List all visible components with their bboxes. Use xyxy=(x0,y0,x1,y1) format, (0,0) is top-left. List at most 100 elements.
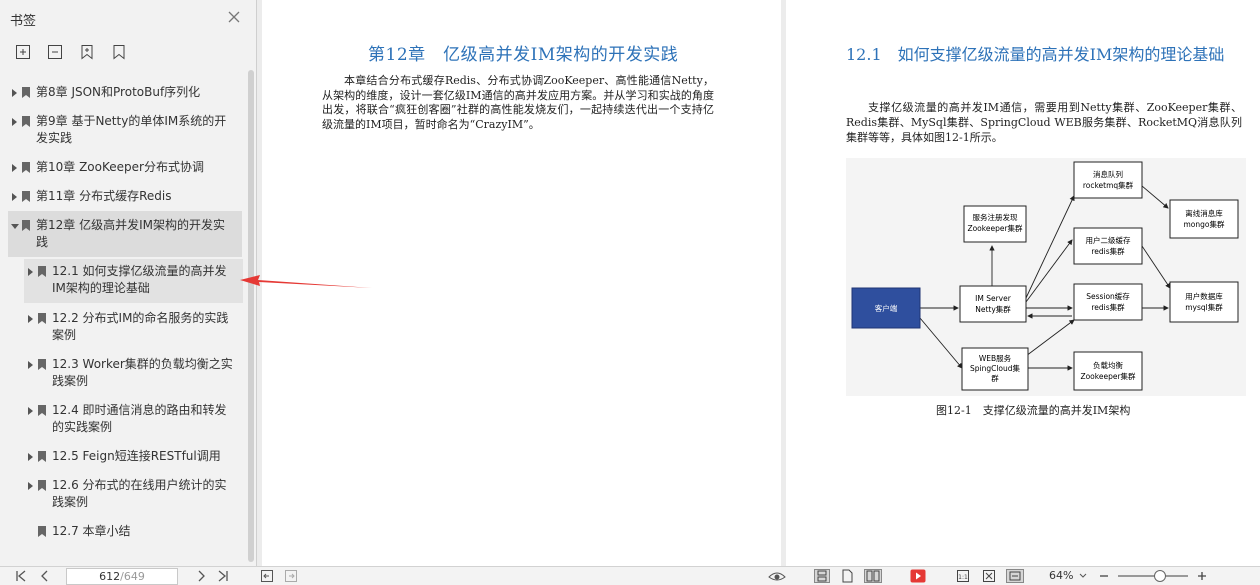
diagram-label: 用户二级缓存 xyxy=(1086,235,1131,245)
diagram-label: Session缓存 xyxy=(1086,291,1130,301)
architecture-diagram: 客户端 服务注册发现 Zookeeper集群 IM Server Netty集群… xyxy=(846,158,1246,396)
bookmark-item[interactable]: 第10章 ZooKeeper分布式协调 xyxy=(10,159,240,176)
continuous-page-icon[interactable] xyxy=(814,569,830,583)
bookmark-label: 12.2 分布式IM的命名服务的实践案例 xyxy=(52,311,229,342)
bottom-toolbar: 612/649 1:1 64% xyxy=(0,566,1260,585)
forward-icon[interactable] xyxy=(284,569,298,583)
diagram-label: 负载均衡 xyxy=(1093,360,1123,370)
section-body: 支撑亿级流量的高并发IM通信，需要用到Netty集群、ZooKeeper集群、R… xyxy=(846,101,1242,144)
bookmark-flag-icon xyxy=(36,477,48,494)
expand-triangle-icon[interactable] xyxy=(26,356,36,373)
last-page-icon[interactable] xyxy=(216,569,230,583)
diagram-node-offline-db xyxy=(1169,199,1239,239)
play-icon[interactable] xyxy=(910,569,926,583)
leaf-spacer xyxy=(26,523,36,540)
diagram-label: IM Server xyxy=(975,294,1012,303)
zoom-level: 64% xyxy=(1049,569,1074,582)
close-icon[interactable] xyxy=(226,9,242,25)
bookmark-icon[interactable] xyxy=(110,43,128,61)
bookmark-item[interactable]: 12.7 本章小结 xyxy=(26,523,240,540)
diagram-label: mongo集群 xyxy=(1184,219,1225,229)
next-page-icon[interactable] xyxy=(194,569,208,583)
bookmark-label: 12.7 本章小结 xyxy=(52,524,131,538)
page-number-input[interactable]: 612/649 xyxy=(66,568,178,585)
diagram-label: WEB服务 xyxy=(979,353,1012,363)
collapse-triangle-icon[interactable] xyxy=(10,217,20,234)
diagram-label: 服务注册发现 xyxy=(973,212,1018,222)
diagram-label: SpingCloud集 xyxy=(970,363,1021,373)
bookmark-item[interactable]: 12.5 Feign短连接RESTful调用 xyxy=(26,448,240,465)
document-page-right: 12.1 如何支撑亿级流量的高并发IM架构的理论基础 支撑亿级流量的高并发IM通… xyxy=(786,0,1260,566)
diagram-label: Zookeeper集群 xyxy=(967,223,1023,233)
bookmark-item[interactable]: 12.3 Worker集群的负载均衡之实践案例 xyxy=(26,356,240,390)
diagram-connectors xyxy=(919,185,1171,371)
bookmark-flag-icon xyxy=(20,188,32,205)
bookmark-item[interactable]: 12.6 分布式的在线用户统计的实践案例 xyxy=(26,477,240,511)
two-page-icon[interactable] xyxy=(864,569,882,583)
diagram-node-session-cache xyxy=(1073,283,1143,321)
fit-page-icon[interactable] xyxy=(982,569,996,583)
bookmark-flag-icon xyxy=(36,402,48,419)
previous-page-icon[interactable] xyxy=(38,569,52,583)
bookmark-label: 12.6 分布式的在线用户统计的实践案例 xyxy=(52,478,227,509)
fit-width-icon[interactable] xyxy=(1006,569,1024,583)
diagram-label: redis集群 xyxy=(1091,246,1125,256)
zoom-out-icon[interactable] xyxy=(1098,569,1110,583)
add-bookmark-icon[interactable] xyxy=(78,43,96,61)
zoom-slider[interactable] xyxy=(1118,575,1188,577)
bookmark-item-current[interactable]: 12.1 如何支撑亿级流量的高并发IM架构的理论基础 xyxy=(24,259,243,303)
bookmark-item[interactable]: 12.2 分布式IM的命名服务的实践案例 xyxy=(26,310,240,344)
bookmark-flag-icon xyxy=(20,159,32,176)
bookmark-label: 12.5 Feign短连接RESTful调用 xyxy=(52,449,221,463)
bookmark-item-selected[interactable]: 第12章 亿级高并发IM架构的开发实践 xyxy=(8,211,242,257)
diagram-node-mq xyxy=(1073,161,1143,199)
bookmark-item[interactable]: 第11章 分布式缓存Redis xyxy=(10,188,240,205)
diagram-label: 消息队列 xyxy=(1093,169,1123,179)
expand-triangle-icon[interactable] xyxy=(26,310,36,327)
collapse-all-icon[interactable] xyxy=(46,43,64,61)
bookmark-panel-title: 书签 xyxy=(10,14,37,29)
bookmark-flag-icon xyxy=(36,523,48,540)
single-page-icon[interactable] xyxy=(840,569,854,583)
bookmark-item[interactable]: 第8章 JSON和ProtoBuf序列化 xyxy=(10,84,240,101)
expand-triangle-icon[interactable] xyxy=(26,263,36,280)
bookmark-item[interactable]: 第9章 基于Netty的单体IM系统的开发实践 xyxy=(10,113,228,147)
zoom-slider-handle[interactable] xyxy=(1154,570,1166,582)
sidebar-scrollbar[interactable] xyxy=(248,70,254,562)
bookmark-label: 第8章 JSON和ProtoBuf序列化 xyxy=(36,85,201,99)
expand-triangle-icon[interactable] xyxy=(26,402,36,419)
bookmark-flag-icon xyxy=(36,263,48,280)
bookmark-list: 第8章 JSON和ProtoBuf序列化 第9章 基于Netty的单体IM系统的… xyxy=(0,74,248,562)
diagram-label: Zookeeper集群 xyxy=(1080,371,1136,381)
bookmark-flag-icon xyxy=(20,113,32,130)
expand-triangle-icon[interactable] xyxy=(10,84,20,101)
diagram-node-user-cache xyxy=(1073,227,1143,265)
expand-triangle-icon[interactable] xyxy=(10,159,20,176)
bookmark-flag-icon xyxy=(20,217,32,234)
bookmark-label: 第11章 分布式缓存Redis xyxy=(36,189,172,203)
bookmark-item[interactable]: 12.4 即时通信消息的路由和转发的实践案例 xyxy=(26,402,240,436)
expand-triangle-icon[interactable] xyxy=(10,188,20,205)
eye-icon[interactable] xyxy=(768,569,786,583)
bookmark-panel-header: 书签 xyxy=(0,0,256,36)
expand-triangle-icon[interactable] xyxy=(26,448,36,465)
actual-size-icon[interactable]: 1:1 xyxy=(956,569,970,583)
diagram-node-user-db xyxy=(1169,281,1239,323)
figure-caption: 图12-1 支撑亿级流量的高并发IM架构 xyxy=(936,404,1131,417)
bookmark-label: 第12章 亿级高并发IM架构的开发实践 xyxy=(36,218,225,249)
bookmark-label: 12.1 如何支撑亿级流量的高并发IM架构的理论基础 xyxy=(52,264,227,295)
expand-all-icon[interactable] xyxy=(14,43,32,61)
expand-triangle-icon[interactable] xyxy=(10,113,20,130)
diagram-label: 用户数据库 xyxy=(1185,291,1223,301)
expand-triangle-icon[interactable] xyxy=(26,477,36,494)
chevron-down-icon xyxy=(1079,573,1087,578)
zoom-in-icon[interactable] xyxy=(1196,569,1208,583)
first-page-icon[interactable] xyxy=(14,569,28,583)
diagram-label: 客户端 xyxy=(875,303,898,313)
diagram-label: Netty集群 xyxy=(975,304,1011,314)
svg-text:1:1: 1:1 xyxy=(958,574,968,581)
bookmark-label: 12.3 Worker集群的负载均衡之实践案例 xyxy=(52,357,233,388)
zoom-level-dropdown[interactable]: 64% xyxy=(1049,569,1087,582)
chapter-title: 第12章 亿级高并发IM架构的开发实践 xyxy=(368,45,679,65)
back-icon[interactable] xyxy=(260,569,274,583)
